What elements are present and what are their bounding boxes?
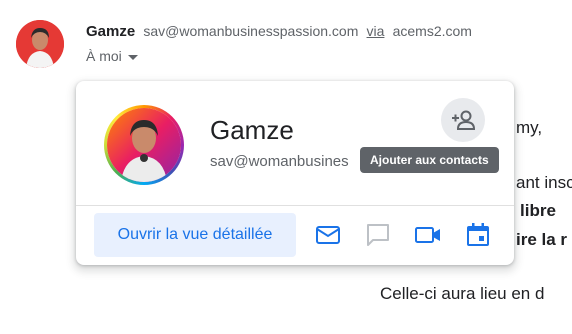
- body-text-line: libre: [520, 201, 556, 220]
- mail-icon[interactable]: [314, 221, 342, 249]
- recipient-line[interactable]: À moi: [86, 48, 138, 64]
- body-text-line: Celle-ci aura lieu en d: [380, 284, 545, 303]
- card-divider: [76, 205, 514, 206]
- via-domain: acems2.com: [392, 23, 472, 39]
- body-text-line: ant insc: [516, 173, 572, 192]
- body-text-line: my,: [516, 118, 543, 137]
- open-detail-view-button[interactable]: Ouvrir la vue détaillée: [94, 213, 296, 257]
- sender-email: sav@womanbusinesspassion.com: [143, 23, 359, 39]
- chat-icon[interactable]: [364, 221, 392, 249]
- sender-line: Gamze sav@womanbusinesspassion.com via a…: [86, 23, 472, 40]
- body-text-line: ire la r: [516, 230, 568, 249]
- chevron-down-icon[interactable]: [127, 54, 138, 60]
- recipient-label: À moi: [86, 48, 122, 64]
- person-add-icon: [452, 110, 476, 130]
- avatar-portrait-icon: [16, 20, 64, 68]
- via-link[interactable]: via: [367, 23, 385, 39]
- contact-email: sav@womanbusines: [210, 153, 349, 170]
- video-icon[interactable]: [414, 221, 442, 249]
- contact-avatar[interactable]: [104, 105, 184, 185]
- calendar-icon[interactable]: [464, 221, 492, 249]
- contact-name: Gamze: [210, 115, 294, 145]
- contact-hover-card: Gamze sav@womanbusines Ajouter aux conta…: [76, 81, 514, 265]
- avatar-portrait-icon: [107, 108, 181, 182]
- sender-name[interactable]: Gamze: [86, 23, 135, 40]
- add-contact-tooltip: Ajouter aux contacts: [360, 147, 499, 173]
- sender-avatar[interactable]: [16, 20, 64, 68]
- add-contact-button[interactable]: [441, 98, 485, 142]
